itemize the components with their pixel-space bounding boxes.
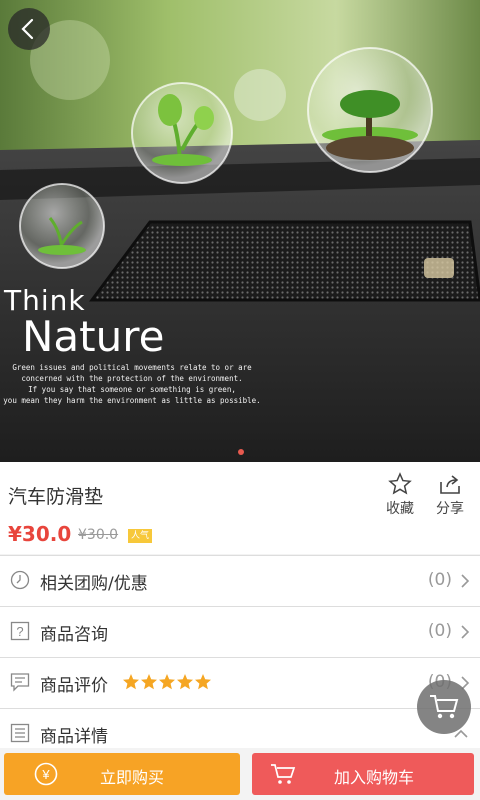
chevron-left-icon bbox=[21, 18, 34, 40]
row-review-label: 商品评价 bbox=[40, 676, 108, 696]
row-consult[interactable]: ? 商品咨询 (0) bbox=[0, 606, 480, 657]
favorite-label: 收藏 bbox=[386, 501, 414, 517]
chevron-right-icon bbox=[461, 625, 470, 639]
add-to-cart-label: 加入购物车 bbox=[334, 768, 415, 787]
product-image-carousel[interactable]: Think Nature Green issues and political … bbox=[0, 0, 480, 462]
yen-coin-icon: ¥ bbox=[34, 762, 58, 786]
carousel-indicator[interactable] bbox=[238, 449, 244, 455]
row-group-buy-label: 相关团购/优惠 bbox=[40, 574, 148, 594]
chevron-right-icon bbox=[461, 574, 470, 588]
clock-icon bbox=[10, 570, 30, 590]
row-consult-count: (0) bbox=[427, 621, 452, 641]
row-consult-label: 商品咨询 bbox=[40, 625, 108, 645]
svg-text:¥: ¥ bbox=[41, 767, 50, 782]
hero-body-line: If you say that someone or something is … bbox=[28, 385, 236, 394]
row-group-buy[interactable]: 相关团购/优惠 (0) bbox=[0, 555, 480, 606]
product-title: 汽车防滑垫 bbox=[8, 486, 104, 508]
svg-text:?: ? bbox=[16, 624, 23, 639]
buy-now-label: 立即购买 bbox=[100, 768, 165, 787]
share-button[interactable]: 分享 bbox=[430, 472, 470, 518]
row-review[interactable]: 商品评价 (0) bbox=[0, 657, 480, 708]
question-icon: ? bbox=[10, 621, 30, 641]
comment-icon bbox=[10, 673, 30, 692]
row-group-buy-count: (0) bbox=[427, 570, 452, 590]
original-price: ¥30.0 bbox=[78, 527, 119, 543]
hero-body-line: you mean they harm the environment as li… bbox=[3, 396, 261, 405]
rating-stars bbox=[123, 674, 211, 690]
cart-icon bbox=[430, 695, 459, 719]
hero-body-text: Green issues and political movements rel… bbox=[2, 362, 262, 406]
buy-now-button[interactable]: ¥ 立即购买 bbox=[4, 753, 240, 795]
back-button[interactable] bbox=[8, 8, 50, 50]
star-outline-icon bbox=[388, 472, 412, 495]
favorite-button[interactable]: 收藏 bbox=[380, 472, 420, 518]
add-to-cart-button[interactable]: 加入购物车 bbox=[252, 753, 474, 795]
hero-body-line: concerned with the protection of the env… bbox=[21, 374, 243, 383]
hero-body-line: Green issues and political movements rel… bbox=[12, 363, 252, 372]
share-icon bbox=[440, 475, 460, 494]
floating-cart-button[interactable] bbox=[417, 680, 471, 734]
share-label: 分享 bbox=[436, 501, 464, 517]
hero-headline-nature: Nature bbox=[22, 312, 165, 361]
popular-badge: 人气 bbox=[128, 529, 153, 543]
row-detail-label: 商品详情 bbox=[40, 727, 108, 747]
list-icon bbox=[10, 723, 30, 743]
product-price: ¥30.0 bbox=[8, 522, 72, 546]
cart-icon bbox=[271, 764, 296, 784]
row-detail[interactable]: 商品详情 bbox=[0, 708, 480, 749]
